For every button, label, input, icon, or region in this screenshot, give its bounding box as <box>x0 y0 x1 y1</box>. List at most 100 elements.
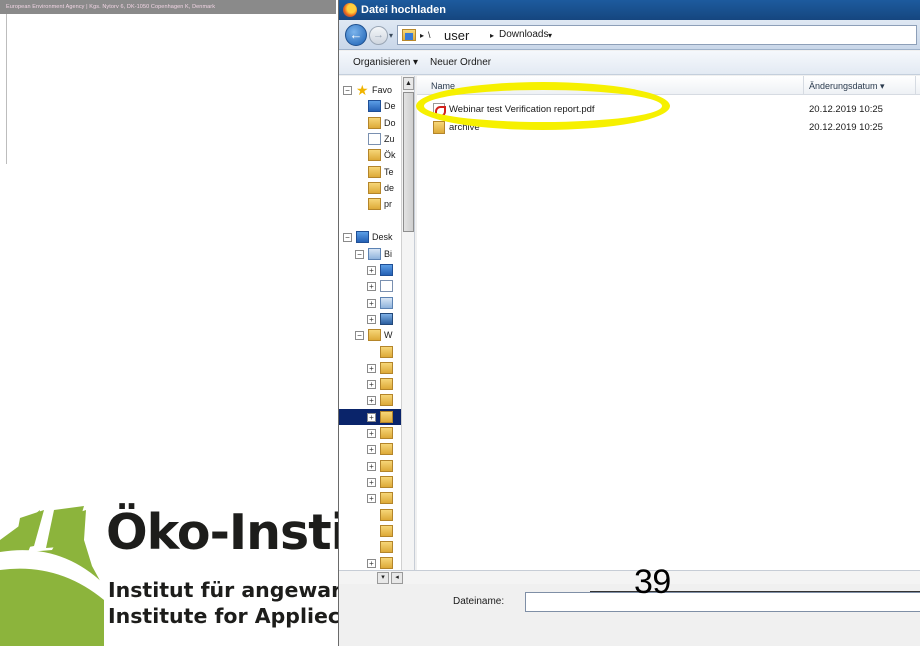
folder-icon <box>380 378 393 391</box>
tree-item[interactable]: de <box>339 180 401 196</box>
tree-item[interactable]: − Desk <box>339 229 401 245</box>
collapse-toggle-icon[interactable]: − <box>355 249 364 259</box>
tree-item[interactable]: Te <box>339 164 401 180</box>
tree-item[interactable]: + <box>339 408 401 425</box>
tree-item[interactable]: + <box>339 262 401 278</box>
folder-icon <box>380 361 393 374</box>
scrollbar-thumb[interactable] <box>403 92 414 232</box>
logo-subtitle-de: Institut für angewar <box>108 578 342 602</box>
filename-label: Dateiname: <box>453 596 505 607</box>
expand-toggle-icon[interactable]: + <box>367 477 376 487</box>
tree-item[interactable]: + <box>339 278 401 294</box>
tree-item-label: De <box>384 101 396 112</box>
tree-item[interactable]: + <box>339 441 401 457</box>
scroll-down-button[interactable]: ▾ <box>377 572 389 584</box>
expand-toggle-icon[interactable]: + <box>367 396 376 406</box>
tree-item[interactable]: De <box>339 98 401 114</box>
tree-item[interactable]: + <box>339 555 401 570</box>
tree-item-label: pr <box>384 199 393 210</box>
tree-scrollbar[interactable]: ▲ <box>401 76 414 570</box>
dialog-title: Datei hochladen <box>361 4 446 16</box>
tree-item[interactable]: + <box>339 376 401 392</box>
oeko-institut-logo-mark-icon <box>0 506 104 646</box>
tree-item-label: W <box>384 330 393 341</box>
breadcrumb-root[interactable]: \ <box>428 30 431 40</box>
back-button[interactable]: ← <box>345 24 367 46</box>
tree-item-label: Zu <box>384 133 395 144</box>
expand-toggle-icon[interactable]: + <box>367 429 376 438</box>
tree-item[interactable]: + <box>339 311 401 327</box>
breadcrumb-downloads[interactable]: Downloads <box>499 29 548 40</box>
yellow-highlight-ellipse <box>416 82 670 130</box>
command-bar: Organisieren ▾ Neuer Ordner <box>339 51 920 75</box>
logo-name: Öko-Insti <box>106 504 347 561</box>
expand-toggle-icon[interactable]: + <box>367 282 376 292</box>
tree-item-label: Te <box>384 166 394 177</box>
downloads-folder-icon <box>402 29 416 41</box>
breadcrumb-dropdown[interactable]: ▾ <box>548 31 552 40</box>
expand-toggle-icon[interactable]: + <box>367 412 376 422</box>
collapse-toggle-icon[interactable]: − <box>355 331 364 341</box>
column-date-modified[interactable]: Änderungsdatum ▾ <box>809 81 885 92</box>
expand-toggle-icon[interactable]: + <box>367 494 376 504</box>
new-folder-button[interactable]: Neuer Ordner <box>430 57 491 68</box>
recent-locations-dropdown[interactable]: ▾ <box>389 31 393 40</box>
file-date: 20.12.2019 10:25 <box>809 122 883 133</box>
music-icon <box>380 296 393 309</box>
tree-item[interactable]: − Bi <box>339 246 401 262</box>
tree-item[interactable]: − ★ Favo <box>339 82 401 98</box>
tree-item[interactable] <box>339 539 401 555</box>
organize-button[interactable]: Organisieren ▾ <box>353 57 418 68</box>
expand-toggle-icon[interactable]: + <box>367 314 376 324</box>
column-divider[interactable] <box>803 76 804 95</box>
filename-input[interactable] <box>525 592 920 612</box>
tree-item[interactable]: Ök <box>339 147 401 163</box>
folder-icon <box>368 149 381 162</box>
scroll-up-button[interactable]: ▲ <box>403 77 414 90</box>
dialog-bottom-panel: Dateiname: <box>339 584 920 646</box>
folder-icon <box>380 427 393 439</box>
tree-item[interactable]: + <box>339 490 401 506</box>
tree-horizontal-scrollbar[interactable]: ▾ ◂ <box>339 570 920 584</box>
collapse-toggle-icon[interactable]: − <box>343 86 352 95</box>
expand-toggle-icon[interactable]: + <box>367 445 376 455</box>
tree-item-label: Bi <box>384 248 393 259</box>
address-path-box[interactable]: ▸ \ user ▸ Downloads ▾ <box>397 25 917 45</box>
tree-item[interactable]: Zu <box>339 131 401 147</box>
expand-toggle-icon[interactable]: + <box>367 559 376 569</box>
file-date: 20.12.2019 10:25 <box>809 104 883 115</box>
column-divider[interactable] <box>915 76 916 95</box>
tree-item[interactable] <box>339 344 401 360</box>
tree-item[interactable]: + <box>339 474 401 490</box>
collapse-toggle-icon[interactable]: − <box>343 233 352 243</box>
library-icon <box>368 247 381 260</box>
forward-button[interactable]: → <box>369 26 388 45</box>
scroll-left-button[interactable]: ◂ <box>391 572 403 584</box>
tree-item[interactable]: + <box>339 360 401 376</box>
expand-toggle-icon[interactable]: + <box>367 363 376 373</box>
background-footer-text: European Environment Agency | Kgs. Nytor… <box>6 4 216 10</box>
folder-icon <box>380 443 393 456</box>
expand-toggle-icon[interactable]: + <box>367 380 376 390</box>
tree-item[interactable]: + <box>339 295 401 311</box>
screen: { "background_page": { "footer_text": "E… <box>0 0 920 646</box>
tree-item[interactable]: + <box>339 425 401 441</box>
tree-item[interactable]: + <box>339 392 401 408</box>
breadcrumb-arrow[interactable]: ▸ <box>420 31 424 40</box>
tree-item[interactable]: pr <box>339 196 401 212</box>
breadcrumb-arrow[interactable]: ▸ <box>490 31 494 40</box>
tree-item[interactable]: Do <box>339 115 401 131</box>
folder-icon <box>368 165 381 178</box>
tree-item[interactable]: − W <box>339 327 401 343</box>
tree-item[interactable] <box>339 523 401 539</box>
background-divider <box>6 14 7 164</box>
dialog-titlebar[interactable]: Datei hochladen <box>339 0 920 20</box>
tree-item[interactable]: + <box>339 458 401 474</box>
desktop-icon <box>368 100 381 113</box>
expand-toggle-icon[interactable]: + <box>367 298 376 308</box>
expand-toggle-icon[interactable]: + <box>367 461 376 471</box>
expand-toggle-icon[interactable]: + <box>367 266 376 275</box>
tree-item[interactable] <box>339 507 401 523</box>
breadcrumb-user[interactable]: user <box>444 28 469 43</box>
recent-places-icon <box>368 132 381 145</box>
